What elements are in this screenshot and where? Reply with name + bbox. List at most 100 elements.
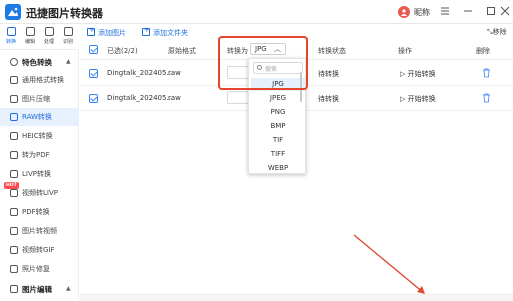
start-convert-button[interactable]: ▷ 开始转换 [400, 94, 436, 104]
sidebar-item-label: RAW转换 [22, 113, 52, 121]
photo-fix-icon [10, 265, 18, 273]
row-checkbox[interactable] [89, 69, 98, 78]
convert-format-select[interactable]: JPG ︿ [250, 43, 286, 55]
chevron-up-icon: ▲ [66, 58, 71, 65]
row-format-select[interactable] [227, 66, 249, 79]
compress-icon [10, 95, 18, 103]
user-avatar-icon[interactable] [398, 6, 410, 18]
format-option-jpg[interactable]: JPG [251, 78, 305, 91]
sidebar-item-label: LIVP转换 [22, 170, 51, 178]
strip-convert[interactable]: 转换 [2, 27, 20, 49]
sidebar-item-label: 视频转LIVP [22, 189, 58, 197]
video-icon [10, 189, 18, 197]
start-convert-button[interactable]: ▷ 开始转换 [400, 69, 436, 79]
pdf-convert-icon [10, 208, 18, 216]
sidebar-item-image-video[interactable]: 图片转视频 [0, 222, 79, 240]
sidebar-item-raw[interactable]: RAW转换 [0, 108, 79, 126]
file-name: Dingtalk_202405... [107, 69, 174, 77]
section-label: 特色转换 [22, 58, 52, 67]
category-strip: 转换 编辑 处理 识别 [0, 24, 79, 50]
format-dropdown: 搜索 JPG JPEG PNG BMP TIF TIFF WEBP [248, 58, 306, 174]
play-icon: ▷ [400, 70, 408, 78]
sidebar-item-heic[interactable]: HEIC转换 [0, 127, 79, 145]
format-search-input[interactable]: 搜索 [253, 62, 303, 74]
menu-icon[interactable] [438, 4, 452, 18]
strip-process[interactable]: 处理 [40, 27, 58, 49]
sidebar-item-label: PDF转换 [22, 208, 50, 216]
row-status: 待转换 [318, 70, 339, 78]
title-bar: 迅捷图片转换器 昵称 [0, 0, 513, 24]
row-checkbox[interactable] [89, 94, 98, 103]
hot-badge: HOT [4, 182, 19, 189]
sidebar-section-edit[interactable]: 图片编辑 ▲ [0, 280, 79, 298]
chevron-up-icon: ︿ [274, 45, 281, 53]
format-option-tif[interactable]: TIF [251, 134, 305, 147]
trash-icon[interactable] [482, 68, 491, 78]
add-folder-label: 添加文件夹 [153, 29, 188, 37]
sidebar-item-label: 通用格式转换 [22, 76, 64, 84]
start-convert-label: 开始转换 [407, 70, 436, 78]
strip-edit[interactable]: 编辑 [21, 27, 39, 49]
remove-label: 移除 [492, 28, 507, 36]
search-placeholder: 搜索 [265, 66, 278, 73]
header-status: 转换状态 [318, 47, 346, 55]
add-image-icon [87, 26, 95, 36]
sidebar-item-gif[interactable]: 视频转GIF [0, 241, 79, 259]
sidebar-item-video-livp[interactable]: HOT 视频转LIVP [0, 182, 79, 202]
sidebar: 特色转换 ▲ 通用格式转换 图片压缩 RAW转换 HEIC转换 转为PDF LI… [0, 50, 79, 301]
convert-icon [6, 27, 16, 36]
gif-icon [10, 246, 18, 254]
sidebar-item-pdf[interactable]: 转为PDF [0, 146, 79, 164]
format-option-tiff[interactable]: TIFF [251, 148, 305, 161]
select-all-checkbox[interactable] [89, 45, 98, 54]
remove-button[interactable]: ⤡移除 [487, 27, 507, 37]
strip-recognize[interactable]: 识别 [59, 27, 77, 49]
sidebar-item-label: 视频转GIF [22, 246, 55, 254]
sidebar-item-general[interactable]: 通用格式转换 [0, 71, 79, 89]
trash-icon[interactable] [482, 93, 491, 103]
format-option-png[interactable]: PNG [251, 106, 305, 119]
dropdown-scrollbar[interactable] [300, 72, 302, 102]
strip-label: 编辑 [24, 39, 35, 45]
format-select-value: JPG [255, 45, 267, 53]
sidebar-item-label: 图片压缩 [22, 95, 50, 103]
original-format: raw [168, 69, 181, 77]
row-format-select[interactable] [227, 91, 249, 104]
strip-label: 识别 [62, 39, 73, 45]
add-image-label: 添加图片 [98, 29, 126, 37]
sidebar-item-label: 转为PDF [22, 151, 50, 159]
swap-icon [10, 76, 18, 84]
header-action: 操作 [398, 47, 412, 55]
image-video-icon [10, 227, 18, 235]
strip-label: 转换 [5, 39, 16, 45]
sidebar-item-livp[interactable]: LIVP转换 [0, 165, 79, 183]
format-option-bmp[interactable]: BMP [251, 120, 305, 133]
minimize-icon[interactable] [461, 4, 475, 18]
raw-icon [10, 113, 18, 121]
close-icon[interactable] [499, 4, 511, 18]
recognize-icon [63, 27, 73, 36]
sidebar-item-photo-fix[interactable]: 照片修复 [0, 260, 79, 278]
format-option-webp[interactable]: WEBP [251, 162, 305, 174]
sidebar-section-features[interactable]: 特色转换 ▲ [0, 53, 79, 71]
maximize-icon[interactable] [484, 4, 498, 18]
sidebar-item-compress[interactable]: 图片压缩 [0, 90, 79, 108]
annotation-arrow-icon [353, 234, 425, 294]
chevron-up-icon: ▲ [66, 285, 71, 292]
row-status: 待转换 [318, 95, 339, 103]
app-window: 迅捷图片转换器 昵称 转换 编辑 处理 识别 特色转换 ▲ 通用格式转换 图片压… [0, 0, 513, 301]
features-icon [10, 58, 18, 66]
header-convert-to: 转换为 [227, 47, 248, 55]
user-nickname[interactable]: 昵称 [414, 7, 430, 18]
app-logo-icon [5, 4, 21, 20]
heic-icon [10, 132, 18, 140]
toolbar: 添加图片 添加文件夹 [80, 24, 513, 40]
edit-section-icon [10, 285, 18, 293]
sidebar-item-pdf-convert[interactable]: PDF转换 [0, 203, 79, 221]
bottom-bar [80, 294, 513, 301]
file-name: Dingtalk_202405... [107, 94, 174, 102]
sidebar-item-label: HEIC转换 [22, 132, 53, 140]
livp-icon [10, 170, 18, 178]
add-folder-icon [142, 26, 150, 36]
format-option-jpeg[interactable]: JPEG [251, 92, 305, 105]
